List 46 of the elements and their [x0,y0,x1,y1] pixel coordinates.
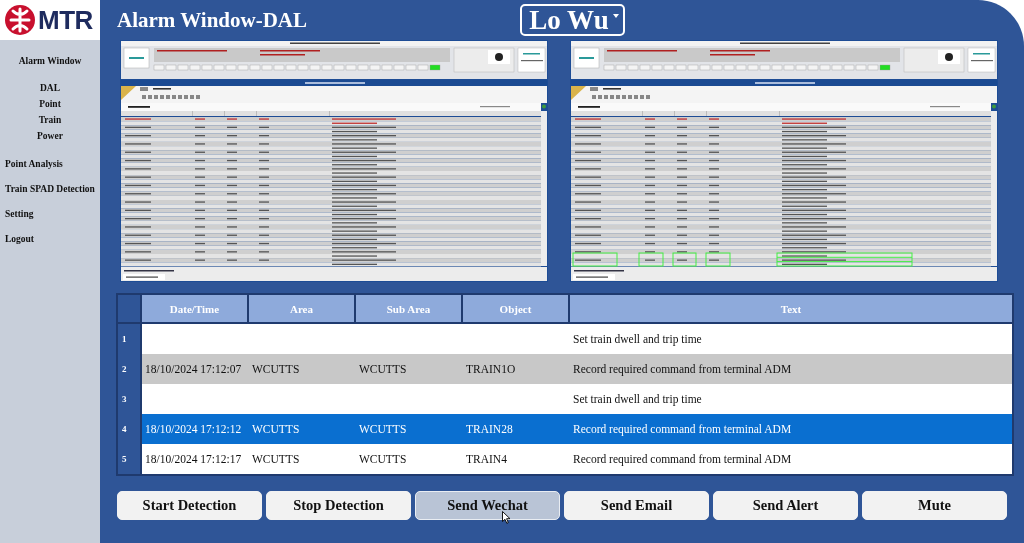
table-cell: 18/10/2024 17:12:17 [145,453,242,465]
action-button[interactable]: Send Email [564,491,709,520]
table-cell: Record required command from terminal ADM [573,423,792,435]
logo-icon [5,5,35,35]
action-button[interactable]: Send Alert [713,491,858,520]
menu-item[interactable]: Logout [0,232,35,246]
logo-text: MTR [38,5,93,35]
table-cell: WCUTTS [252,363,300,375]
table-cell: TRAIN4 [466,453,507,465]
row-number: 5 [118,444,142,474]
row-number: 2 [118,354,142,384]
submenu-item[interactable]: DAL [39,80,60,96]
table-cell: WCUTTS [252,423,300,435]
table-cell: WCUTTS [359,363,407,375]
table-row[interactable]: 4 18/10/2024 17:12:12 WCUTTS WCUTTS TRAIN28 Record required command from terminal ADM [118,414,1012,444]
row-number: 4 [118,414,142,444]
table-cell: Record required command from terminal ADM [573,363,792,375]
row-number: 1 [118,324,142,354]
table-cell: Set train dwell and trip time [573,333,702,345]
table-cell: TRAIN28 [466,423,513,435]
caret-icon [612,14,619,18]
action-button[interactable]: Stop Detection [266,491,411,520]
table-cell: 18/10/2024 17:12:12 [145,423,242,435]
mouse-pointer-icon [502,511,511,524]
table-cell: WCUTTS [359,453,407,465]
station-select[interactable]: Lo Wu [520,4,625,36]
table-cell: TRAIN1O [466,363,516,375]
menu-item[interactable]: Setting [0,207,34,221]
submenu-item[interactable]: Train [38,112,62,128]
action-button[interactable]: Send Wechat [415,491,560,520]
page-title: Alarm Window-DAL [117,7,308,33]
table-cell: 18/10/2024 17:12:07 [145,363,242,375]
menu-item[interactable]: Point Analysis [0,157,63,171]
table-cell: WCUTTS [252,453,300,465]
submenu-item[interactable]: Power [37,128,63,144]
action-button[interactable]: Start Detection [117,491,262,520]
menu-item[interactable]: Alarm Window [18,54,82,68]
table-cell: Set train dwell and trip time [573,393,702,405]
action-button[interactable]: Mute [862,491,1007,520]
table-row[interactable]: 2 18/10/2024 17:12:07 WCUTTS WCUTTS TRAIN1O Record required command from terminal ADM [118,354,1012,384]
submenu-item[interactable]: Point [39,96,61,112]
corner-header-cell [118,295,140,322]
row-number: 3 [118,384,142,414]
table-cell: Record required command from terminal ADM [573,453,792,465]
menu-item[interactable]: Train SPAD Detection [0,182,95,196]
table-cell: WCUTTS [359,423,407,435]
